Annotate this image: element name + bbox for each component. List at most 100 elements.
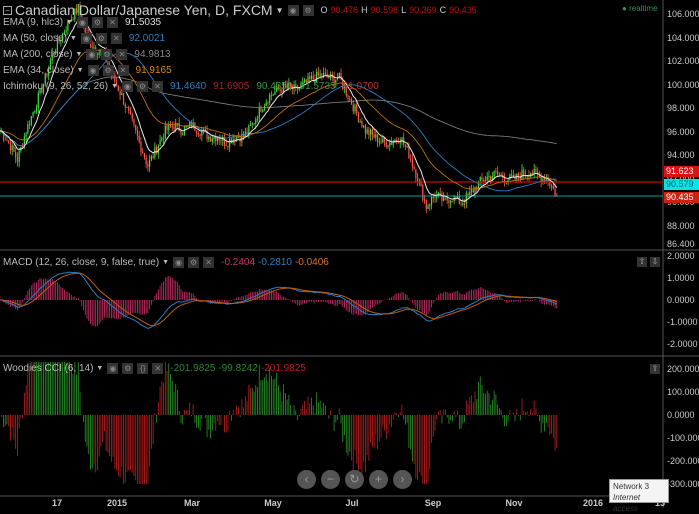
gear-icon[interactable]: ⚙ <box>91 17 103 28</box>
candle-body <box>11 145 13 151</box>
candle-body <box>462 203 464 205</box>
gear-icon[interactable]: ⚙ <box>101 49 113 60</box>
indicator-legend: EMA (34, close) ▼ ◉ ⚙ ✕ 91.9165 <box>3 65 172 76</box>
time-axis-tick: 2016 <box>582 498 604 508</box>
candle-body <box>27 124 29 134</box>
chevron-down-icon[interactable]: ▼ <box>111 83 118 90</box>
candle-body <box>180 130 182 135</box>
symbol-title[interactable]: Canadian Dollar/Japanese Yen, D, FXCM <box>15 2 273 18</box>
candle-body <box>230 138 233 144</box>
candle-body <box>413 166 415 170</box>
ohlc-readout: O 90.476 H 90.598 L 90.369 C 90.435 <box>321 5 477 15</box>
indicator-label[interactable]: Ichimoku (9, 26, 52, 26) <box>3 81 108 92</box>
candle-body <box>136 130 139 137</box>
realtime-label: realtime <box>629 4 658 13</box>
candle-body <box>248 125 250 134</box>
cci-axis-tick: -300.0000 <box>667 479 699 489</box>
indicator-label[interactable]: EMA (9, hlc3) <box>3 17 63 28</box>
candle-body <box>164 125 166 139</box>
candle-body <box>323 72 325 76</box>
cci-label[interactable]: Woodies CCI (6, 14) <box>3 363 93 374</box>
indicator-label[interactable]: MA (50, close) <box>3 33 67 44</box>
candle-body <box>382 138 384 143</box>
candle-body <box>463 203 466 205</box>
price-axis-tick: 98.000 <box>667 103 695 113</box>
candle-body <box>269 94 271 103</box>
chevron-down-icon[interactable]: ▼ <box>162 259 169 266</box>
cci-axis-tick: 200.0000 <box>667 364 699 374</box>
chevron-down-icon[interactable]: ▼ <box>75 51 82 58</box>
collapse-icon[interactable]: − <box>3 5 12 15</box>
close-icon[interactable]: ✕ <box>110 33 122 44</box>
gear-icon[interactable]: ⚙ <box>122 363 134 374</box>
price-label: 90.435 <box>664 192 699 203</box>
candle-body <box>481 177 483 180</box>
candle-body <box>387 145 389 147</box>
close-icon[interactable]: ✕ <box>116 49 128 60</box>
eye-icon[interactable]: ◉ <box>76 17 88 28</box>
maximize-pane-icon[interactable]: ⇧ <box>637 257 647 267</box>
close-icon[interactable]: ✕ <box>117 65 129 76</box>
close-icon[interactable]: ✕ <box>203 257 215 268</box>
chart-canvas[interactable] <box>0 0 699 508</box>
close-icon[interactable]: ✕ <box>152 81 163 92</box>
maximize-pane-icon[interactable]: ⇧ <box>650 364 660 374</box>
candle-body <box>196 130 198 134</box>
tooltip-title: Network 3 <box>613 482 650 491</box>
time-axis-tick: Nov <box>505 498 523 508</box>
candle-body <box>147 164 149 167</box>
braces-icon[interactable]: {} <box>137 363 149 374</box>
gear-icon[interactable]: ⚙ <box>95 33 107 44</box>
eye-icon[interactable]: ◉ <box>86 49 98 60</box>
chevron-down-icon[interactable]: ▼ <box>66 19 73 26</box>
candle-body <box>312 75 314 79</box>
gear-icon[interactable]: ⚙ <box>188 257 200 268</box>
zoom-in-button[interactable]: + <box>369 470 388 489</box>
candle-body <box>34 110 36 113</box>
minimize-pane-icon[interactable]: ⇩ <box>650 257 660 267</box>
close-icon[interactable]: ✕ <box>152 363 164 374</box>
scroll-left-button[interactable]: ‹ <box>297 470 316 489</box>
eye-icon[interactable]: ◉ <box>173 257 185 268</box>
chevron-down-icon[interactable]: ▼ <box>276 6 284 15</box>
indicator-label[interactable]: EMA (34, close) <box>3 65 74 76</box>
indicator-value: 94.9813 <box>134 49 171 60</box>
candle-body <box>385 141 387 147</box>
eye-icon[interactable]: ◉ <box>87 65 99 76</box>
candle-body <box>199 133 201 136</box>
candle-body <box>128 106 130 111</box>
chevron-down-icon[interactable]: ▼ <box>96 365 103 372</box>
price-axis-tick: 106.000 <box>667 9 699 19</box>
chevron-down-icon[interactable]: ▼ <box>77 67 84 74</box>
candle-body <box>65 30 67 33</box>
eye-icon[interactable]: ◉ <box>107 363 119 374</box>
time-axis-tick: Mar <box>183 498 201 508</box>
eye-icon[interactable]: ◉ <box>122 81 133 92</box>
time-axis-tick: 2015 <box>106 498 128 508</box>
candle-body <box>237 136 239 138</box>
indicator-label[interactable]: MA (200, close) <box>3 49 72 60</box>
eye-icon[interactable]: ◉ <box>287 4 299 16</box>
gear-icon[interactable]: ⚙ <box>102 65 114 76</box>
macd-label[interactable]: MACD (12, 26, close, 9, false, true) <box>3 257 159 268</box>
zoom-out-button[interactable]: − <box>321 470 340 489</box>
reset-button[interactable]: ↻ <box>345 470 364 489</box>
gear-icon[interactable]: ⚙ <box>302 4 314 16</box>
scroll-right-button[interactable]: › <box>393 470 412 489</box>
chevron-down-icon[interactable]: ▼ <box>70 35 77 42</box>
candle-body <box>4 139 6 141</box>
candle-body <box>138 136 140 142</box>
candle-body <box>249 124 252 126</box>
close-icon[interactable]: ✕ <box>106 17 118 28</box>
eye-icon[interactable]: ◉ <box>80 33 92 44</box>
candle-body <box>209 136 212 142</box>
gear-icon[interactable]: ⚙ <box>137 81 148 92</box>
macd-axis-tick: -1.0000 <box>667 317 698 327</box>
indicator-value: 91.5733 <box>299 81 336 92</box>
macd-axis-tick: 2.0000 <box>667 251 695 261</box>
candle-body <box>495 171 497 173</box>
candle-body <box>131 114 133 120</box>
c-label: C <box>439 5 447 15</box>
candle-body <box>171 126 173 128</box>
candle-body <box>225 145 227 147</box>
